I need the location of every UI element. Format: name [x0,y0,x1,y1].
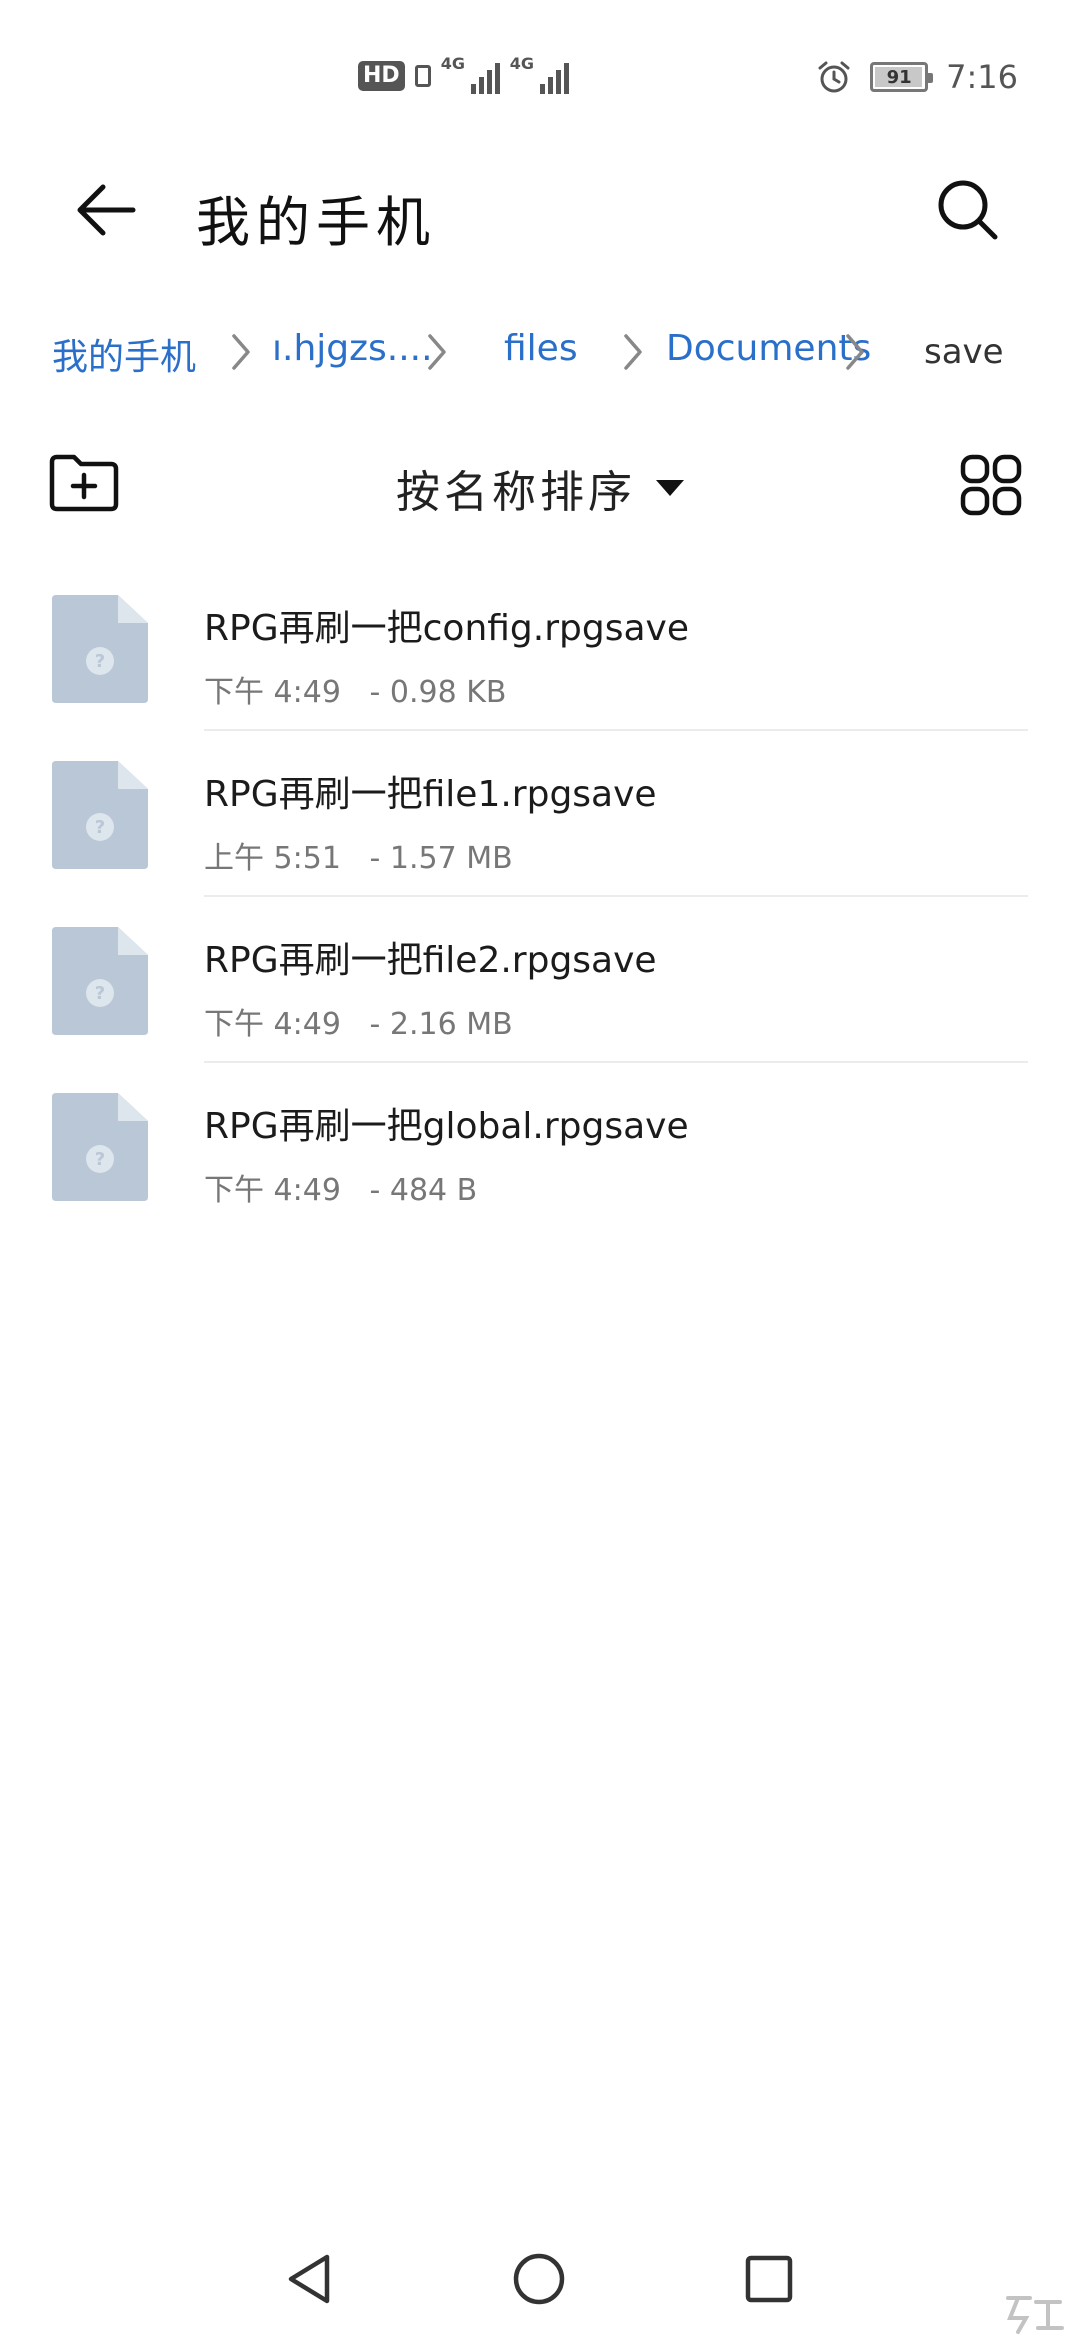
back-arrow-icon [77,184,136,236]
new-folder-button[interactable] [48,452,120,514]
file-item[interactable]: ? RPG再刷一把config.rpgsave 下午 4:49 - 0.98 K… [0,565,1080,731]
breadcrumb-item-documents[interactable]: Documents [666,328,871,369]
file-item[interactable]: ? RPG再刷一把file2.rpgsave 下午 4:49 - 2.16 MB [0,897,1080,1063]
status-icons-center: HD 4G 4G [358,54,569,94]
network-type-label: 4G [440,54,465,73]
chevron-right-icon [428,334,446,370]
navigation-bar [0,2220,1080,2340]
search-button[interactable] [930,172,1006,248]
file-name: RPG再刷一把file2.rpgsave [204,940,657,981]
caret-down-icon [656,480,684,496]
watermark-logo [1006,2296,1064,2334]
svg-text:?: ? [95,1149,105,1170]
sort-label: 按名称排序 [396,467,636,518]
battery-level: 91 [886,66,912,88]
file-time: 下午 4:49 [204,1173,341,1208]
search-icon [938,180,998,240]
network-type-label: 4G [509,54,534,73]
circle-home-icon [513,2253,565,2305]
unknown-file-icon: ? [52,761,148,869]
status-bar: HD 4G 4G 91 7:16 [0,0,1080,140]
breadcrumb-item-my-phone[interactable]: 我的手机 [52,328,196,380]
breadcrumb: 我的手机 ı.hjgzs.... files Documents save [52,320,1052,380]
clock: 7:16 [946,58,1018,96]
signal-icon-1: 4G [441,54,500,94]
nav-back-button[interactable] [264,2234,354,2324]
sort-dropdown[interactable]: 按名称排序 [396,456,684,520]
file-time: 上午 5:51 [204,841,341,876]
chevron-right-icon [232,334,250,370]
file-size: - 1.57 MB [369,841,513,876]
file-name: RPG再刷一把global.rpgsave [204,1106,689,1147]
file-name: RPG再刷一把file1.rpgsave [204,774,657,815]
file-meta: 上午 5:51 - 1.57 MB [204,833,513,877]
file-time: 下午 4:49 [204,675,341,710]
nav-home-button[interactable] [494,2234,584,2324]
unknown-file-icon: ? [52,595,148,703]
sim-icon [414,65,431,87]
file-size: - 484 B [369,1173,478,1208]
triangle-back-icon [288,2254,330,2304]
file-meta: 下午 4:49 - 2.16 MB [204,999,513,1043]
page-title: 我的手机 [196,191,436,254]
file-name: RPG再刷一把config.rpgsave [204,608,689,649]
unknown-file-icon: ? [52,927,148,1035]
file-time: 下午 4:49 [204,1007,341,1042]
breadcrumb-item-current: save [924,332,1004,372]
file-list: ? RPG再刷一把config.rpgsave 下午 4:49 - 0.98 K… [0,565,1080,1229]
back-button[interactable] [66,170,146,250]
chevron-right-icon [846,334,864,370]
svg-text:?: ? [95,817,105,838]
file-size: - 2.16 MB [369,1007,513,1042]
grid-view-button[interactable] [960,454,1022,516]
status-icons-right: 91 7:16 [816,58,1018,96]
file-size: - 0.98 KB [369,675,507,710]
new-folder-icon [49,454,119,512]
breadcrumb-item-package[interactable]: ı.hjgzs.... [272,328,433,369]
nav-recents-button[interactable] [724,2234,814,2324]
file-meta: 下午 4:49 - 0.98 KB [204,667,506,711]
grid-icon [960,454,1022,516]
file-item[interactable]: ? RPG再刷一把global.rpgsave 下午 4:49 - 484 B [0,1063,1080,1229]
chevron-right-icon [624,334,642,370]
hd-voice-icon: HD [358,61,405,91]
svg-text:?: ? [95,651,105,672]
svg-text:?: ? [95,983,105,1004]
breadcrumb-item-files[interactable]: files [504,328,578,369]
unknown-file-icon: ? [52,1093,148,1201]
file-item[interactable]: ? RPG再刷一把file1.rpgsave 上午 5:51 - 1.57 MB [0,731,1080,897]
signal-icon-2: 4G [510,54,569,94]
square-recents-icon [745,2255,793,2303]
alarm-icon [818,61,850,93]
battery-icon: 91 [870,62,934,92]
file-meta: 下午 4:49 - 484 B [204,1165,477,1209]
